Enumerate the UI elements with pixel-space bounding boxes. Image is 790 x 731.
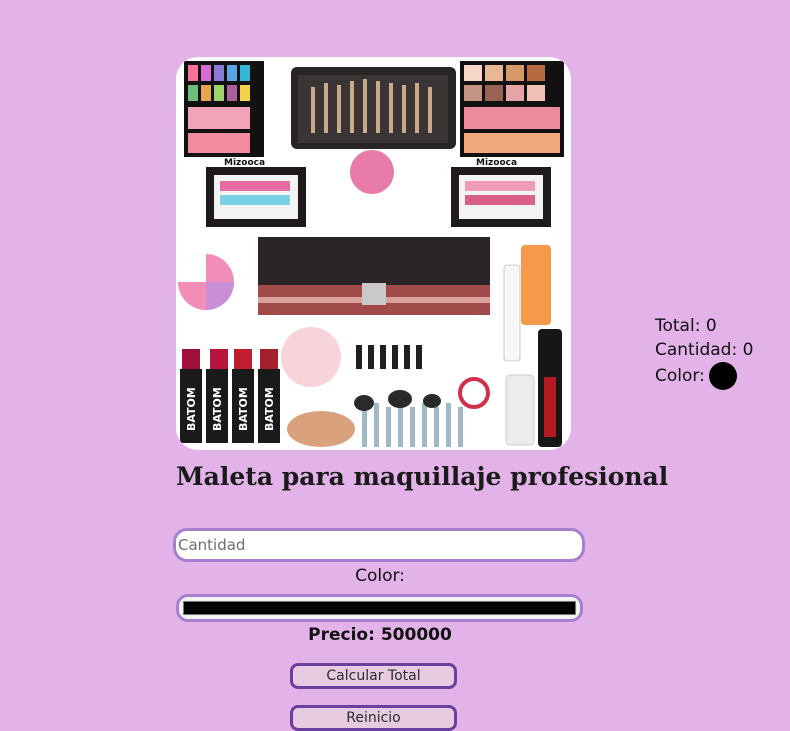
brushes-bottom <box>354 390 463 447</box>
lipstick-label-2: BATOM <box>211 387 224 431</box>
summary-total-value: 0 <box>705 316 717 336</box>
product-image: Mizooca Mizooca BATOM BATOM BATOM BATOM <box>176 57 571 450</box>
price-label: Precio: <box>308 625 375 645</box>
left-eyeshadow-palette <box>184 61 264 157</box>
color-label: Color: <box>355 566 405 586</box>
price-line: Precio: 500000 <box>176 625 584 645</box>
color-swatch <box>183 601 576 615</box>
sponge-wheel <box>178 254 234 310</box>
eyeshadow-applicators <box>356 345 422 369</box>
summary-color-label: Color: <box>655 366 705 386</box>
lipstick-label-3: BATOM <box>237 387 250 431</box>
color-picker[interactable] <box>176 594 583 622</box>
summary-quantity-value: 0 <box>742 340 754 360</box>
right-eyeshadow-palette <box>460 61 564 157</box>
lipsticks: BATOM BATOM BATOM BATOM <box>180 349 280 443</box>
sponge-blender <box>350 150 394 194</box>
summary-color-dot <box>708 362 737 390</box>
brand-label-right: Mizooca <box>476 158 517 168</box>
brand-label-left: Mizooca <box>224 158 265 168</box>
product-title: Maleta para maquillaje profesional <box>176 462 669 491</box>
summary-quantity-label: Cantidad: <box>655 340 738 360</box>
calculate-total-button[interactable]: Calcular Total <box>290 663 457 689</box>
powder-puff <box>281 327 341 387</box>
order-summary: Total: 0 Cantidad: 0 Color: <box>655 314 753 390</box>
summary-total: Total: 0 <box>655 314 753 338</box>
summary-color: Color: <box>655 362 753 390</box>
price-value: 500000 <box>380 625 452 645</box>
lipstick-label-4: BATOM <box>263 387 276 431</box>
makeup-kit-illustration: Mizooca Mizooca BATOM BATOM BATOM BATOM <box>178 61 564 447</box>
summary-total-label: Total: <box>655 316 701 336</box>
lipstick-label-1: BATOM <box>185 387 198 431</box>
compact-powder <box>287 411 355 447</box>
reset-button[interactable]: Reinicio <box>290 705 457 731</box>
summary-quantity: Cantidad: 0 <box>655 338 753 362</box>
quantity-input[interactable] <box>173 528 585 562</box>
